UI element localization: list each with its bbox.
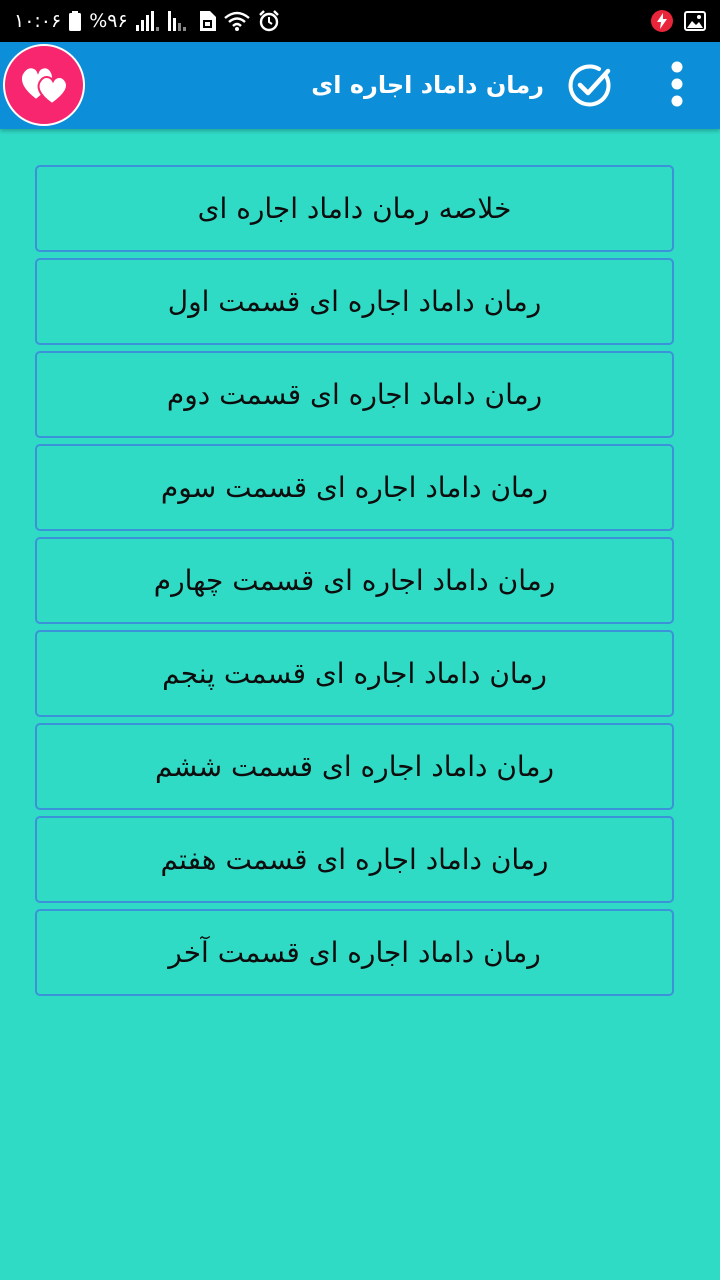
chapter-item-label: رمان داماد اجاره ای قسمت هفتم — [160, 843, 549, 876]
signal-icon — [135, 11, 160, 31]
chapter-item-label: رمان داماد اجاره ای قسمت چهارم — [153, 564, 556, 597]
signal-icon — [167, 11, 190, 31]
chapter-item-last[interactable]: رمان داماد اجاره ای قسمت آخر — [35, 909, 674, 996]
battery-percent: %۹۶ — [89, 10, 128, 32]
app-title: رمان داماد اجاره ای — [311, 71, 544, 99]
status-time: ۱۰:۰۶ — [14, 10, 62, 32]
status-left: ۱۰:۰۶ %۹۶ — [14, 0, 280, 42]
chapter-item-label: رمان داماد اجاره ای قسمت سوم — [160, 471, 549, 504]
chapter-item-label: رمان داماد اجاره ای قسمت دوم — [166, 378, 543, 411]
chapter-item-label: خلاصه رمان داماد اجاره ای — [197, 192, 512, 225]
sim-icon — [198, 11, 216, 31]
hearts-icon — [16, 60, 72, 110]
more-vert-icon — [670, 60, 684, 112]
chapter-item-part-2[interactable]: رمان داماد اجاره ای قسمت دوم — [35, 351, 674, 438]
wifi-icon — [223, 11, 250, 31]
status-right — [650, 0, 706, 42]
chapter-item-part-7[interactable]: رمان داماد اجاره ای قسمت هفتم — [35, 816, 674, 903]
chapter-item-label: رمان داماد اجاره ای قسمت اول — [167, 285, 542, 318]
status-bar: ۱۰:۰۶ %۹۶ — [0, 0, 720, 42]
more-options-button[interactable] — [656, 58, 698, 114]
check-circle-icon — [566, 62, 614, 114]
app-bar: رمان داماد اجاره ای — [0, 42, 720, 129]
chapter-item-part-1[interactable]: رمان داماد اجاره ای قسمت اول — [35, 258, 674, 345]
chapter-item-part-5[interactable]: رمان داماد اجاره ای قسمت پنجم — [35, 630, 674, 717]
hearts-button[interactable] — [3, 44, 85, 126]
check-button[interactable] — [564, 62, 616, 114]
chapter-item-part-6[interactable]: رمان داماد اجاره ای قسمت ششم — [35, 723, 674, 810]
alarm-icon — [258, 10, 280, 32]
chapter-item-label: رمان داماد اجاره ای قسمت آخر — [168, 936, 541, 969]
chapter-item-label: رمان داماد اجاره ای قسمت پنجم — [162, 657, 547, 690]
battery-icon — [69, 11, 82, 31]
chapter-list: خلاصه رمان داماد اجاره ای رمان داماد اجا… — [35, 165, 674, 1002]
chapter-item-summary[interactable]: خلاصه رمان داماد اجاره ای — [35, 165, 674, 252]
chapter-item-part-3[interactable]: رمان داماد اجاره ای قسمت سوم — [35, 444, 674, 531]
chapter-item-part-4[interactable]: رمان داماد اجاره ای قسمت چهارم — [35, 537, 674, 624]
flash-icon — [650, 9, 674, 33]
image-icon — [684, 11, 706, 31]
chapter-item-label: رمان داماد اجاره ای قسمت ششم — [155, 750, 554, 783]
